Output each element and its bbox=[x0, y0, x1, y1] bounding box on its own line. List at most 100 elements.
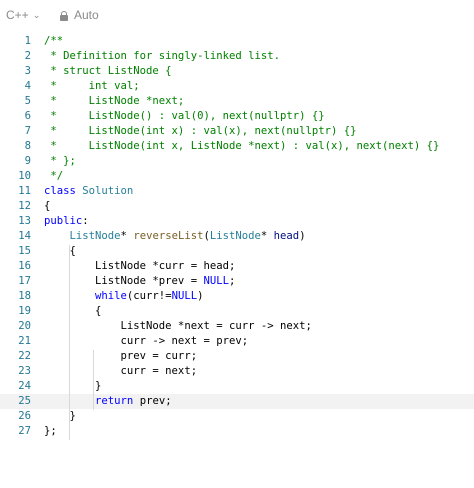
code-token: class bbox=[44, 185, 76, 197]
mode-label: Auto bbox=[74, 8, 99, 22]
line-number: 26 bbox=[18, 410, 31, 422]
code-token: ; bbox=[228, 275, 236, 287]
code-token: : bbox=[82, 215, 89, 227]
mode-indicator[interactable]: Auto bbox=[60, 8, 99, 22]
code-token: * }; bbox=[44, 155, 76, 167]
code-line[interactable]: 7 * ListNode(int x) : val(x), next(nullp… bbox=[0, 124, 474, 139]
code-text: * ListNode(int x, ListNode *next) : val(… bbox=[44, 139, 439, 154]
code-line[interactable]: 3 * struct ListNode { bbox=[0, 64, 474, 79]
code-line[interactable]: 24 } bbox=[0, 379, 474, 394]
code-text: { bbox=[44, 244, 76, 259]
code-line[interactable]: 18 while(curr!=NULL) bbox=[0, 289, 474, 304]
code-line[interactable]: 2 * Definition for singly-linked list. bbox=[0, 49, 474, 64]
code-token: public bbox=[44, 215, 83, 227]
code-token: ListNode *prev = bbox=[44, 275, 204, 287]
line-number: 13 bbox=[18, 215, 31, 227]
code-line[interactable]: 12 { bbox=[0, 199, 474, 214]
code-text: */ bbox=[44, 169, 63, 184]
indent-guide bbox=[69, 245, 70, 440]
code-line[interactable]: 16 ListNode *curr = head; bbox=[0, 259, 474, 274]
indent-guide bbox=[93, 350, 94, 410]
lock-icon bbox=[60, 10, 68, 21]
code-text: * int val; bbox=[44, 79, 140, 94]
code-token: curr = next; bbox=[44, 365, 198, 377]
line-number: 6 bbox=[24, 110, 31, 122]
code-token: ListNode bbox=[69, 230, 121, 242]
code-text: }; bbox=[44, 424, 57, 439]
code-line[interactable]: 23 curr = next; bbox=[0, 364, 474, 379]
code-token: * int val; bbox=[44, 80, 140, 92]
line-number: 25 bbox=[18, 395, 31, 407]
code-text: * ListNode *next; bbox=[44, 94, 184, 109]
line-number: 20 bbox=[18, 320, 31, 332]
code-token: }; bbox=[44, 425, 57, 437]
code-token: prev; bbox=[133, 395, 172, 407]
code-token: * struct ListNode { bbox=[44, 65, 172, 77]
code-token: { bbox=[44, 200, 51, 212]
code-line[interactable]: 27}; bbox=[0, 424, 474, 439]
code-line[interactable]: 13 public: bbox=[0, 214, 474, 229]
code-token: Solution bbox=[82, 185, 134, 197]
code-token: /** bbox=[44, 35, 64, 47]
code-line[interactable]: 11 class Solution bbox=[0, 184, 474, 199]
code-token: { bbox=[44, 245, 76, 257]
code-token: ListNode bbox=[209, 230, 261, 242]
code-line[interactable]: 5 * ListNode *next; bbox=[0, 94, 474, 109]
code-line[interactable]: 15 { bbox=[0, 244, 474, 259]
code-line[interactable]: 14 ListNode* reverseList(ListNode* head) bbox=[0, 229, 474, 244]
code-text: * }; bbox=[44, 154, 76, 169]
code-token: ) bbox=[197, 290, 204, 302]
code-line[interactable]: 8 * ListNode(int x, ListNode *next) : va… bbox=[0, 139, 474, 154]
language-select[interactable]: C++ ⌄ bbox=[6, 8, 40, 22]
line-number: 12 bbox=[18, 200, 31, 212]
code-token: head bbox=[273, 230, 300, 242]
code-token: * ListNode *next; bbox=[44, 95, 185, 107]
code-text: curr = next; bbox=[44, 364, 198, 379]
code-line[interactable]: 21 curr -> next = prev; bbox=[0, 334, 474, 349]
line-number: 4 bbox=[24, 80, 31, 92]
code-token: * ListNode(int x, ListNode *next) : val(… bbox=[44, 140, 440, 152]
code-token: * ListNode() : val(0), next(nullptr) {} bbox=[44, 110, 325, 122]
line-number: 10 bbox=[18, 170, 31, 182]
code-text: * struct ListNode { bbox=[44, 64, 172, 79]
line-number: 2 bbox=[24, 50, 31, 62]
code-line[interactable]: 26 } bbox=[0, 409, 474, 424]
code-line[interactable]: 6 * ListNode() : val(0), next(nullptr) {… bbox=[0, 109, 474, 124]
code-text: ListNode *prev = NULL; bbox=[44, 274, 235, 289]
code-line[interactable]: 25 return prev; bbox=[0, 394, 474, 409]
code-text: class Solution bbox=[44, 184, 133, 199]
code-line[interactable]: 10 */ bbox=[0, 169, 474, 184]
line-number: 21 bbox=[18, 335, 31, 347]
code-token: ListNode *next = curr -> next; bbox=[44, 320, 312, 332]
code-line[interactable]: 19 { bbox=[0, 304, 474, 319]
code-text: return prev; bbox=[44, 394, 172, 409]
code-token: prev = curr; bbox=[44, 350, 198, 362]
code-line[interactable]: 17 ListNode *prev = NULL; bbox=[0, 274, 474, 289]
line-number: 23 bbox=[18, 365, 31, 377]
line-number: 17 bbox=[18, 275, 31, 287]
code-text: { bbox=[44, 199, 50, 214]
code-text: ListNode *curr = head; bbox=[44, 259, 235, 274]
code-line[interactable]: 9 * }; bbox=[0, 154, 474, 169]
line-number: 16 bbox=[18, 260, 31, 272]
code-line[interactable]: 20 ListNode *next = curr -> next; bbox=[0, 319, 474, 334]
code-text: } bbox=[44, 409, 76, 424]
line-number: 8 bbox=[24, 140, 31, 152]
code-token: * Definition for singly-linked list. bbox=[44, 50, 280, 62]
code-token: while bbox=[95, 290, 127, 302]
code-text: * ListNode() : val(0), next(nullptr) {} bbox=[44, 109, 325, 124]
code-text: while(curr!=NULL) bbox=[44, 289, 203, 304]
code-line[interactable]: 4 * int val; bbox=[0, 79, 474, 94]
line-number: 24 bbox=[18, 380, 31, 392]
line-number: 19 bbox=[18, 305, 31, 317]
code-line[interactable]: 22 prev = curr; bbox=[0, 349, 474, 364]
code-text: /** bbox=[44, 34, 63, 49]
line-number: 22 bbox=[18, 350, 31, 362]
line-number: 15 bbox=[18, 245, 31, 257]
code-text: { bbox=[44, 304, 101, 319]
line-number: 18 bbox=[18, 290, 31, 302]
editor-toolbar: C++ ⌄ Auto bbox=[0, 0, 474, 30]
code-text: * ListNode(int x) : val(x), next(nullptr… bbox=[44, 124, 356, 139]
code-line[interactable]: 1 /** bbox=[0, 34, 474, 49]
